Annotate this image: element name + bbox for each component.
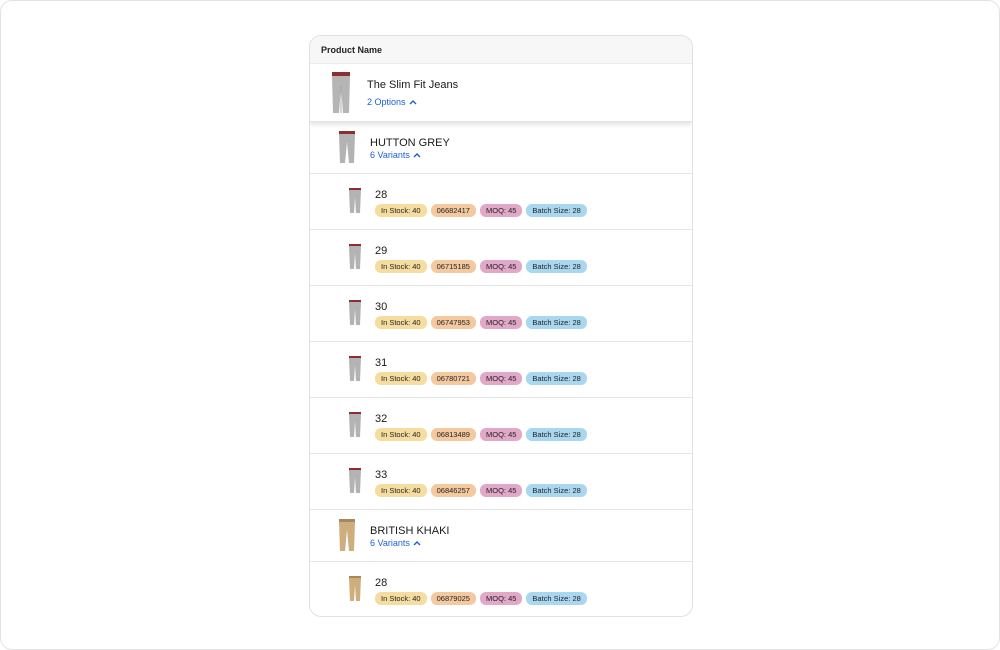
- variant-size: 33: [375, 469, 388, 481]
- variant-row[interactable]: 31 In Stock: 40 06780721 MOQ: 45 Batch S…: [310, 342, 692, 398]
- variant-thumbnail-grey-jeans-icon: [349, 188, 361, 213]
- option-name: HUTTON GREY: [370, 137, 450, 149]
- variants-toggle-label: 6 Variants: [370, 538, 410, 548]
- sku-badge: 06780721: [430, 372, 476, 385]
- variant-thumbnail-grey-jeans-icon: [349, 468, 361, 493]
- variant-row[interactable]: 30 In Stock: 40 06747953 MOQ: 45 Batch S…: [310, 286, 692, 342]
- product-table: Product Name The Slim Fit Jeans 2 Option…: [309, 35, 693, 617]
- moq-badge: MOQ: 45: [479, 592, 523, 605]
- moq-badge: MOQ: 45: [479, 428, 523, 441]
- batch-size-badge: Batch Size: 28: [526, 484, 587, 497]
- stock-badge: In Stock: 40: [375, 592, 427, 605]
- stock-badge: In Stock: 40: [375, 428, 427, 441]
- product-row[interactable]: The Slim Fit Jeans 2 Options: [310, 64, 692, 122]
- variant-row[interactable]: 29 In Stock: 40 06715185 MOQ: 45 Batch S…: [310, 230, 692, 286]
- chevron-up-icon: [409, 100, 417, 105]
- moq-badge: MOQ: 45: [479, 372, 523, 385]
- stock-badge: In Stock: 40: [375, 260, 427, 273]
- variant-badges: In Stock: 40 06813489 MOQ: 45 Batch Size…: [375, 428, 587, 441]
- variant-row[interactable]: 28 In Stock: 40 06879025 MOQ: 45 Batch S…: [310, 562, 692, 616]
- variant-thumbnail-grey-jeans-icon: [349, 300, 361, 325]
- variant-badges: In Stock: 40 06747953 MOQ: 45 Batch Size…: [375, 316, 587, 329]
- variant-size: 28: [375, 577, 388, 589]
- option-thumbnail-grey-jeans-icon: [339, 131, 355, 163]
- variant-thumbnail-khaki-pants-icon: [349, 576, 361, 601]
- product-thumbnail-jeans-icon: [332, 72, 350, 113]
- option-name: BRITISH KHAKI: [370, 525, 450, 537]
- batch-size-badge: Batch Size: 28: [526, 204, 587, 217]
- variant-thumbnail-grey-jeans-icon: [349, 356, 361, 381]
- variant-badges: In Stock: 40 06715185 MOQ: 45 Batch Size…: [375, 260, 587, 273]
- moq-badge: MOQ: 45: [479, 204, 523, 217]
- variant-size: 32: [375, 413, 388, 425]
- variant-badges: In Stock: 40 06879025 MOQ: 45 Batch Size…: [375, 592, 587, 605]
- variant-size: 31: [375, 357, 388, 369]
- option-row[interactable]: HUTTON GREY 6 Variants: [310, 122, 692, 174]
- option-thumbnail-khaki-pants-icon: [339, 519, 355, 551]
- stock-badge: In Stock: 40: [375, 316, 427, 329]
- variant-row[interactable]: 33 In Stock: 40 06846257 MOQ: 45 Batch S…: [310, 454, 692, 510]
- variant-row[interactable]: 28 In Stock: 40 06682417 MOQ: 45 Batch S…: [310, 174, 692, 230]
- sku-badge: 06813489: [430, 428, 476, 441]
- variant-size: 29: [375, 245, 388, 257]
- column-header-product-name: Product Name: [310, 36, 692, 64]
- chevron-up-icon: [413, 153, 421, 158]
- stock-badge: In Stock: 40: [375, 484, 427, 497]
- variants-toggle-link[interactable]: 6 Variants: [370, 538, 421, 548]
- moq-badge: MOQ: 45: [479, 260, 523, 273]
- batch-size-badge: Batch Size: 28: [526, 592, 587, 605]
- batch-size-badge: Batch Size: 28: [526, 260, 587, 273]
- chevron-up-icon: [413, 541, 421, 546]
- variant-badges: In Stock: 40 06846257 MOQ: 45 Batch Size…: [375, 484, 587, 497]
- stock-badge: In Stock: 40: [375, 372, 427, 385]
- stock-badge: In Stock: 40: [375, 204, 427, 217]
- batch-size-badge: Batch Size: 28: [526, 428, 587, 441]
- options-toggle-label: 2 Options: [367, 97, 406, 107]
- batch-size-badge: Batch Size: 28: [526, 372, 587, 385]
- moq-badge: MOQ: 45: [479, 484, 523, 497]
- sku-badge: 06879025: [430, 592, 476, 605]
- sku-badge: 06747953: [430, 316, 476, 329]
- moq-badge: MOQ: 45: [479, 316, 523, 329]
- variants-toggle-label: 6 Variants: [370, 150, 410, 160]
- sku-badge: 06715185: [430, 260, 476, 273]
- variant-size: 28: [375, 189, 388, 201]
- batch-size-badge: Batch Size: 28: [526, 316, 587, 329]
- variant-size: 30: [375, 301, 388, 313]
- variant-row[interactable]: 32 In Stock: 40 06813489 MOQ: 45 Batch S…: [310, 398, 692, 454]
- page-frame: Product Name The Slim Fit Jeans 2 Option…: [0, 0, 1000, 650]
- sku-badge: 06846257: [430, 484, 476, 497]
- variant-thumbnail-grey-jeans-icon: [349, 244, 361, 269]
- sku-badge: 06682417: [430, 204, 476, 217]
- variant-thumbnail-grey-jeans-icon: [349, 412, 361, 437]
- product-name: The Slim Fit Jeans: [367, 79, 459, 91]
- options-toggle-link[interactable]: 2 Options: [367, 97, 417, 107]
- variant-badges: In Stock: 40 06780721 MOQ: 45 Batch Size…: [375, 372, 587, 385]
- option-row[interactable]: BRITISH KHAKI 6 Variants: [310, 510, 692, 562]
- variant-badges: In Stock: 40 06682417 MOQ: 45 Batch Size…: [375, 204, 587, 217]
- variants-toggle-link[interactable]: 6 Variants: [370, 150, 421, 160]
